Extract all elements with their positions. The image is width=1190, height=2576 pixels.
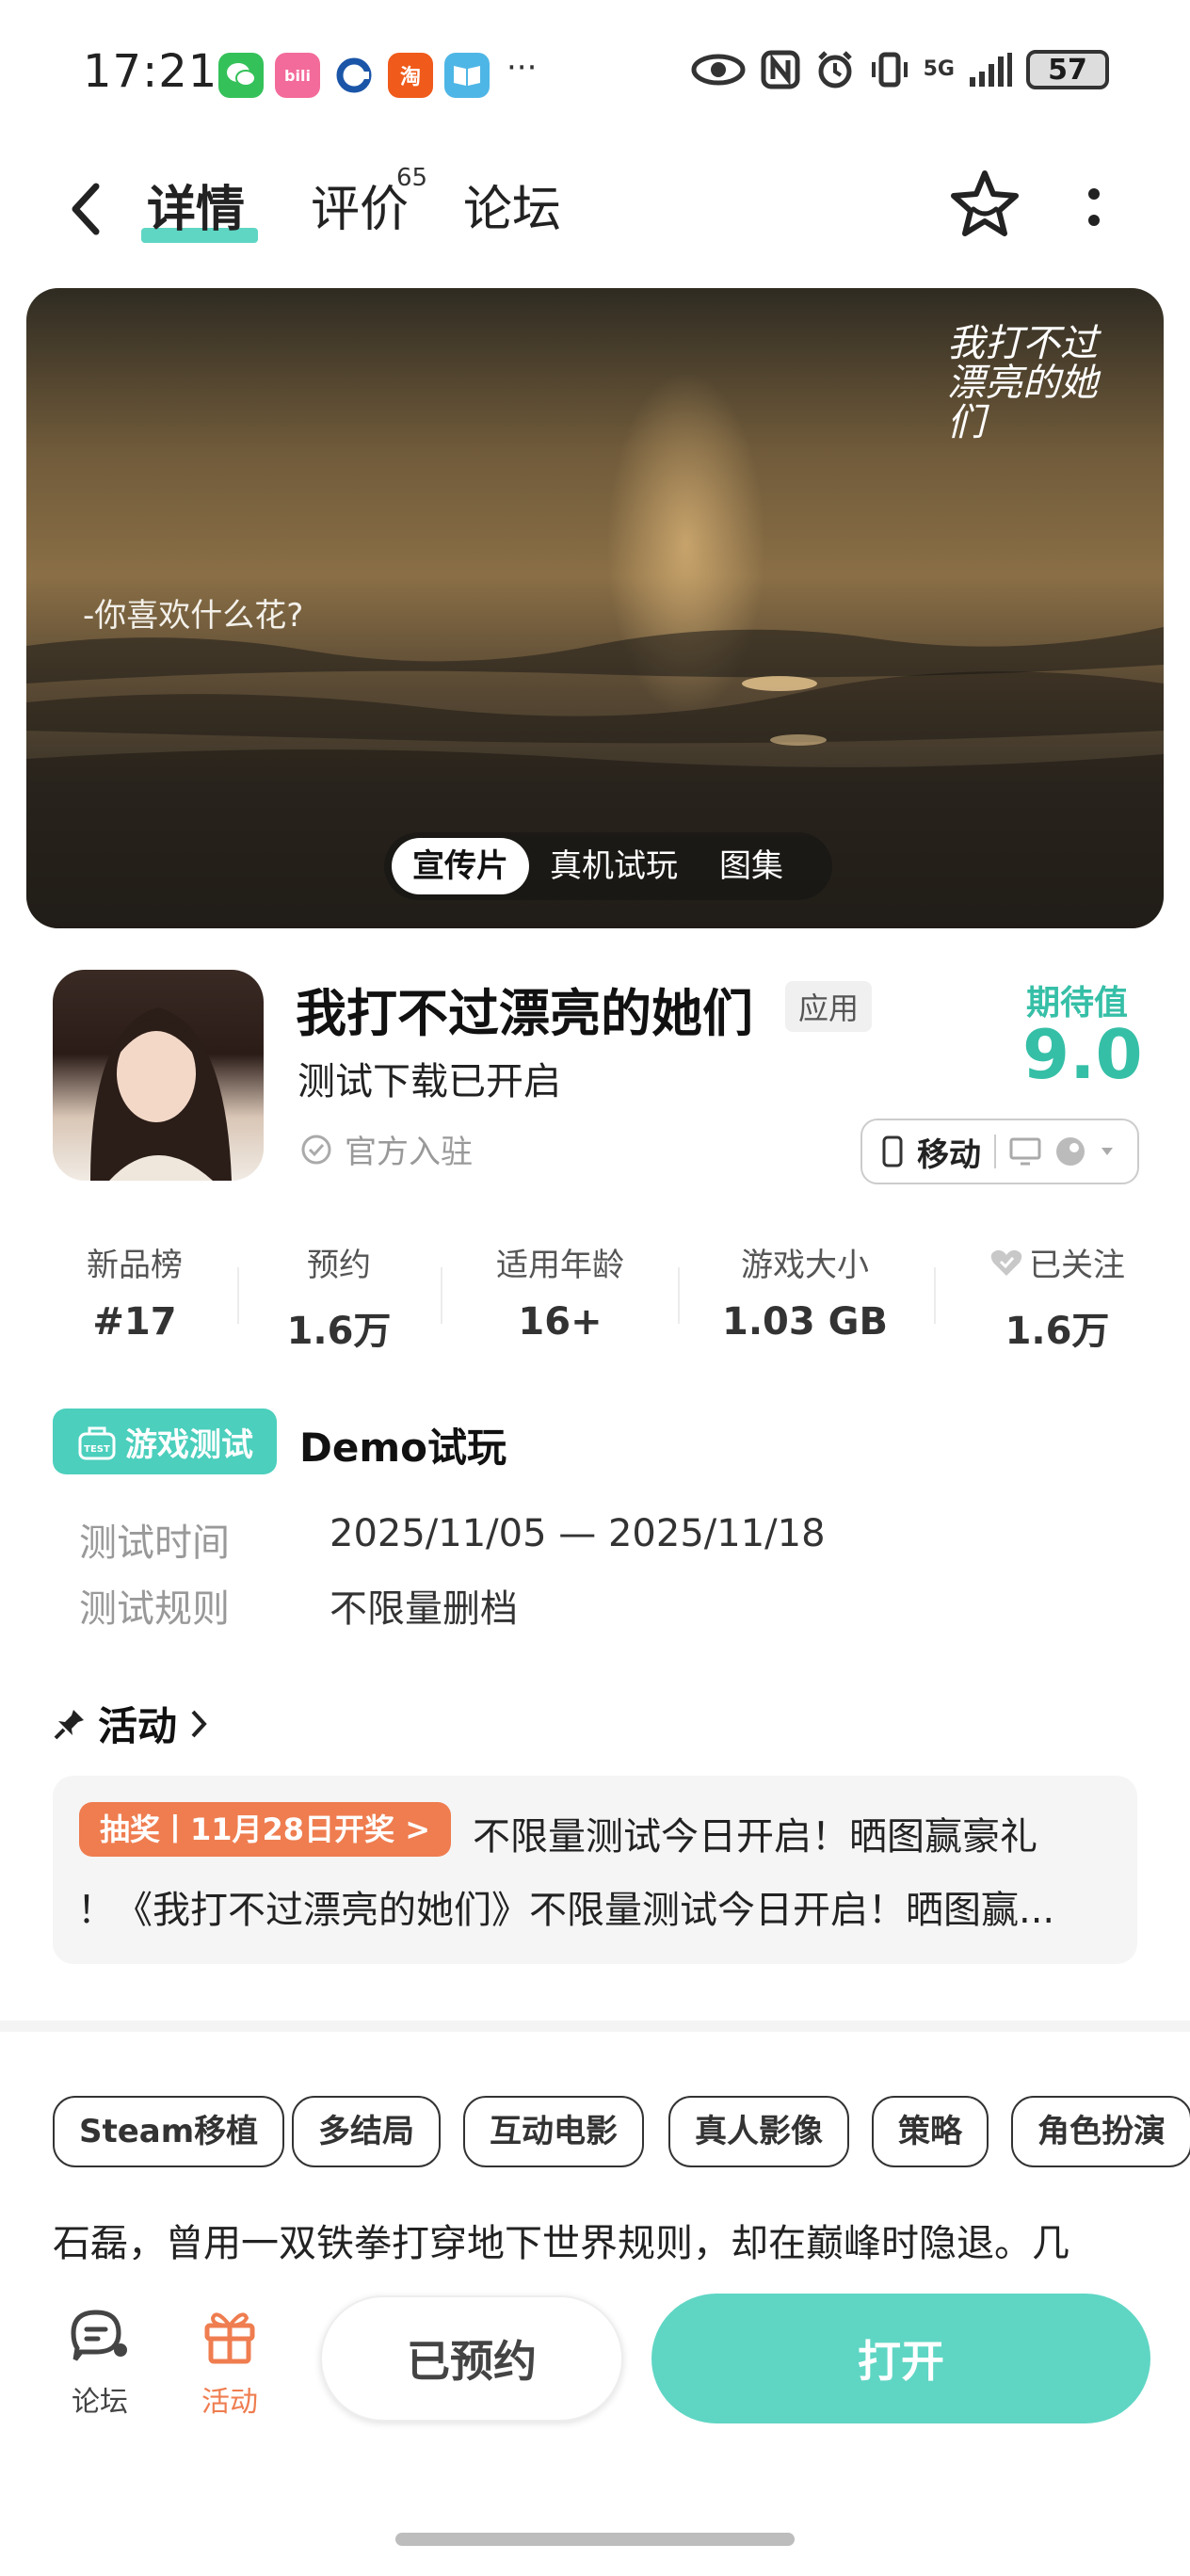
- platform-label: 移动: [917, 1135, 981, 1174]
- stat-label: 游戏大小: [741, 1247, 869, 1284]
- media-banner[interactable]: 我打不过漂亮的她们 -你喜欢什么花? 宣传片 真机试玩 图集: [26, 288, 1164, 928]
- media-tab-gallery[interactable]: 图集: [699, 838, 804, 894]
- more-options-icon[interactable]: [1083, 185, 1105, 232]
- activity-text-line1: 不限量测试今日开启！晒图赢豪礼: [473, 1815, 1037, 1859]
- tab-forum[interactable]: 论坛: [463, 169, 561, 240]
- back-icon[interactable]: [62, 179, 111, 239]
- media-tab-trailer[interactable]: 宣传片: [392, 838, 529, 894]
- reviews-count-badge: 65: [396, 164, 428, 192]
- stat-value: 1.6万: [1005, 1310, 1110, 1353]
- test-badge-label: 游戏测试: [125, 1425, 253, 1464]
- check-circle-icon: [301, 1135, 331, 1164]
- stat-value: 1.03 GB: [722, 1300, 888, 1344]
- stat-value: 1.6万: [286, 1310, 392, 1353]
- test-time-label: 测试时间: [79, 1521, 230, 1565]
- activity-title: 活动: [98, 1703, 178, 1749]
- tag-strategy[interactable]: 策略: [872, 2096, 989, 2167]
- alarm-icon: [817, 51, 852, 89]
- activity-text-line2: ！《我打不过漂亮的她们》不限量测试今日开启！晒图赢...: [77, 1889, 1055, 1932]
- stat-value: #17: [92, 1300, 177, 1344]
- app-type-tag: 应用: [785, 981, 873, 1032]
- section-divider: [0, 2021, 1190, 2032]
- chevron-down-icon: [1102, 1148, 1113, 1155]
- favorite-star-icon[interactable]: [947, 168, 1022, 243]
- forum-chat-icon: [71, 2310, 127, 2361]
- platform-divider: [994, 1135, 996, 1168]
- test-rule-value: 不限量删档: [330, 1587, 518, 1631]
- vibrate-icon: [871, 52, 908, 88]
- signal-icon: [970, 53, 1012, 87]
- stat-age-rating[interactable]: 适用年龄 16+: [466, 1239, 654, 1344]
- expectation-score: 9.0: [1022, 1015, 1143, 1094]
- stat-label: 已关注: [1029, 1247, 1125, 1284]
- tag-interactive-movie[interactable]: 互动电影: [463, 2096, 644, 2167]
- stat-divider: [934, 1267, 936, 1324]
- media-subtitle: -你喜欢什么花?: [83, 597, 304, 635]
- platform-selector[interactable]: 移动: [860, 1119, 1139, 1184]
- open-button[interactable]: 打开: [651, 2294, 1150, 2423]
- stat-label: 预约: [307, 1247, 371, 1284]
- media-tabs: 宣传片 真机试玩 图集: [384, 832, 832, 900]
- stat-label: 新品榜: [87, 1247, 183, 1284]
- network-type: 5G: [923, 57, 955, 81]
- reader-icon: [444, 53, 490, 98]
- stat-divider: [441, 1267, 442, 1324]
- reserved-button[interactable]: 已预约: [320, 2295, 623, 2422]
- app-subtitle: 测试下载已开启: [298, 1060, 561, 1103]
- forum-button[interactable]: 论坛: [60, 2305, 139, 2420]
- status-more-icon: ···: [507, 49, 538, 87]
- taobao-icon: 淘: [388, 53, 433, 98]
- test-rule-label: 测试规则: [79, 1587, 230, 1631]
- bank-icon: [331, 53, 377, 98]
- home-indicator[interactable]: [395, 2533, 795, 2546]
- status-right-group: 5G 57: [690, 49, 1109, 90]
- game-test-badge: TEST 游戏测试: [53, 1409, 277, 1474]
- test-icon: TEST: [78, 1426, 116, 1460]
- chevron-right-icon: [191, 1710, 207, 1737]
- stat-value: 16+: [518, 1300, 603, 1344]
- stat-label: 适用年龄: [496, 1247, 624, 1284]
- stat-followers[interactable]: 已关注 1.6万: [970, 1239, 1145, 1355]
- stat-game-size[interactable]: 游戏大小 1.03 GB: [706, 1239, 904, 1344]
- activity-button[interactable]: 活动: [190, 2305, 269, 2420]
- official-label: 官方入驻: [345, 1134, 473, 1171]
- stat-label-row: 已关注: [970, 1239, 1145, 1285]
- eye-icon: [691, 54, 746, 86]
- tab-reviews[interactable]: 评价: [311, 169, 409, 240]
- tag-rpg[interactable]: 角色扮演: [1011, 2096, 1190, 2167]
- heart-check-icon: [990, 1249, 1022, 1276]
- test-time-value: 2025/11/05 — 2025/11/18: [330, 1512, 826, 1555]
- phone-icon: [882, 1135, 903, 1167]
- tab-details[interactable]: 详情: [147, 169, 245, 240]
- bilibili-icon: bili: [275, 53, 320, 98]
- tag-multi-ending[interactable]: 多结局: [292, 2096, 441, 2167]
- stat-divider: [237, 1267, 239, 1324]
- test-title: Demo试玩: [299, 1425, 507, 1471]
- steam-icon: [1056, 1137, 1085, 1166]
- lottery-badge[interactable]: 抽奖丨11月28日开奖 >: [79, 1802, 452, 1857]
- battery-indicator: 57: [1026, 50, 1109, 89]
- wechat-icon: [218, 53, 264, 98]
- test-icon-label: TEST: [84, 1444, 110, 1455]
- official-badge: 官方入驻: [299, 1126, 473, 1172]
- stat-divider: [678, 1267, 680, 1324]
- activity-header[interactable]: 活动: [53, 1695, 209, 1752]
- nfc-icon: [761, 50, 800, 89]
- game-logo: 我打不过漂亮的她们: [947, 322, 1098, 444]
- forum-label: 论坛: [72, 2386, 128, 2419]
- media-tab-gameplay[interactable]: 真机试玩: [529, 838, 699, 894]
- app-icon: [53, 970, 264, 1181]
- stat-reservations[interactable]: 预约 1.6万: [268, 1239, 410, 1355]
- app-title: 我打不过漂亮的她们: [296, 984, 753, 1043]
- tag-live-action[interactable]: 真人影像: [668, 2096, 849, 2167]
- tag-steam-port[interactable]: Steam移植: [53, 2096, 285, 2167]
- pc-icon: [1009, 1137, 1041, 1166]
- activity-label: 活动: [201, 2386, 258, 2419]
- stat-new-rank[interactable]: 新品榜 #17: [64, 1239, 205, 1344]
- gift-icon: [204, 2312, 255, 2364]
- status-time: 17:21: [83, 45, 218, 98]
- pin-icon: [54, 1709, 84, 1739]
